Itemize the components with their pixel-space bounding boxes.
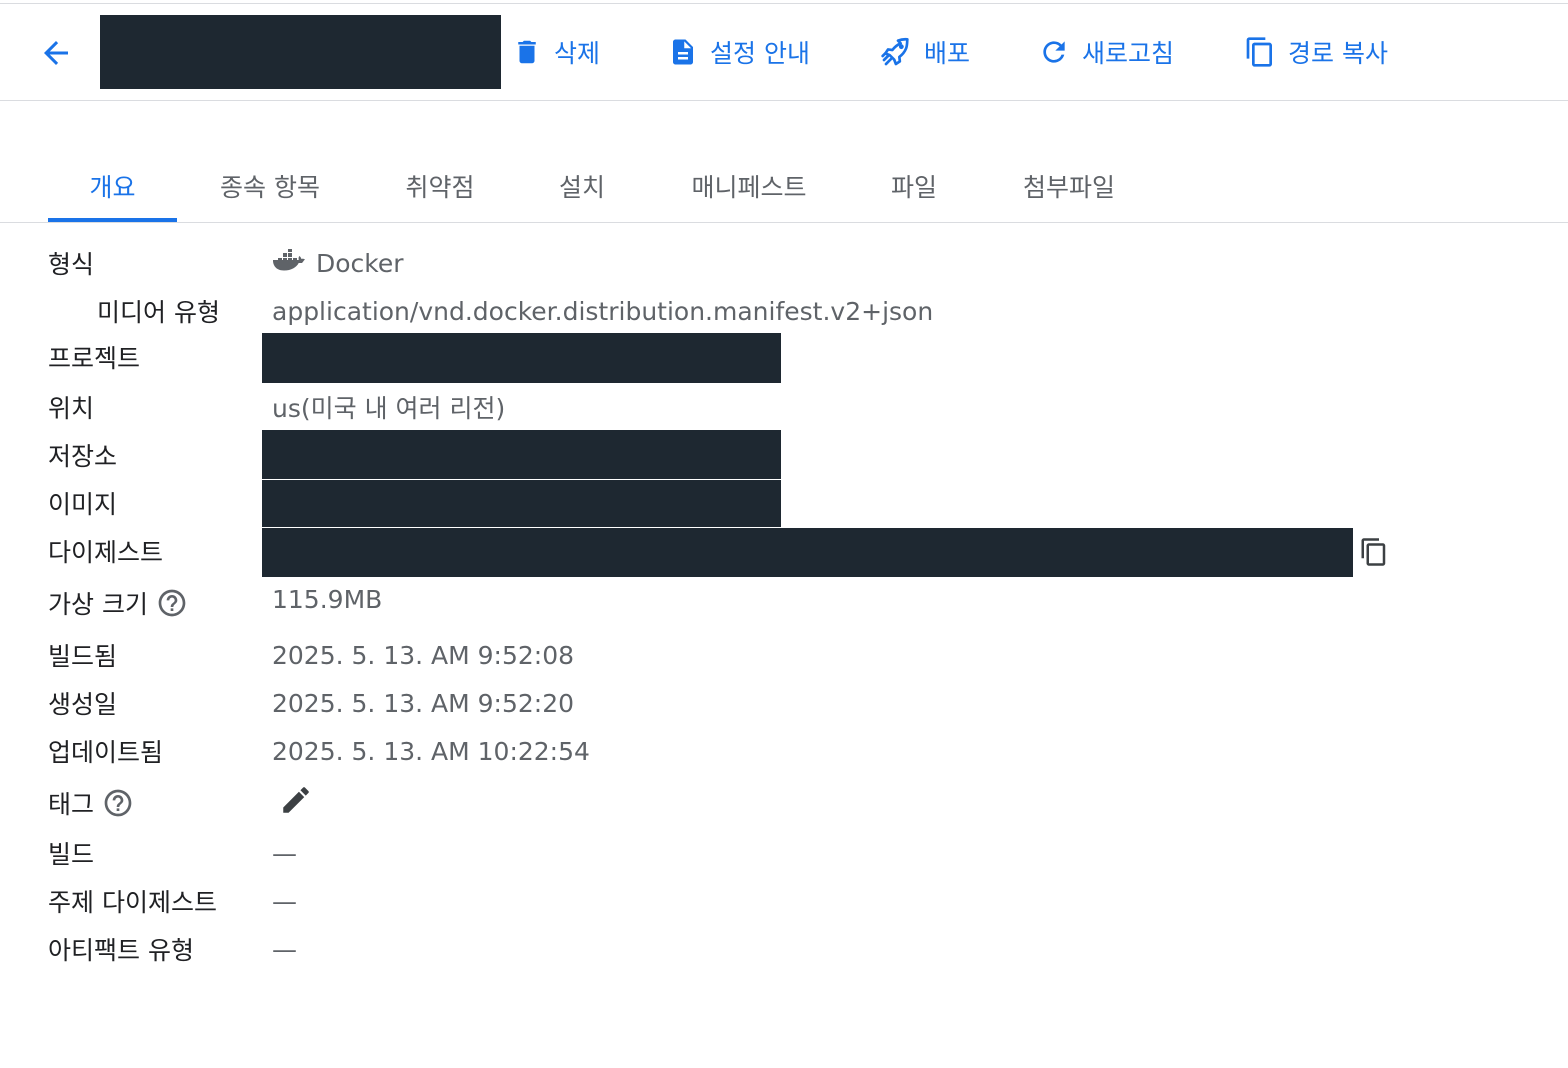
redacted-digest-value: [262, 528, 1353, 577]
format-label: 형식: [48, 250, 95, 279]
virtual-size-help-button[interactable]: [156, 587, 188, 619]
image-label: 이미지: [48, 490, 118, 519]
virtual-size-value: 115.9MB: [272, 584, 383, 614]
media-type-value: application/vnd.docker.distribution.mani…: [272, 296, 934, 326]
updated-label: 업데이트됨: [48, 738, 164, 767]
virtual-size-label: 가상 크기: [48, 590, 148, 619]
refresh-label: 새로고침: [1082, 39, 1175, 68]
toolbar: 삭제 설정 안내 배포 새로고침 경로 복사: [0, 4, 1568, 101]
pencil-icon: [283, 787, 309, 813]
tab-install[interactable]: 설치: [540, 148, 624, 220]
updated-value: 2025. 5. 13. AM 10:22:54: [272, 736, 590, 766]
copy-icon: [1246, 37, 1272, 67]
tags-row-label: 태그: [48, 782, 134, 824]
back-button[interactable]: [32, 32, 80, 74]
copy-digest-button[interactable]: [1356, 534, 1392, 570]
tab-files[interactable]: 파일: [872, 148, 956, 220]
format-value-text: Docker: [316, 248, 404, 278]
digest-label: 다이제스트: [48, 538, 164, 567]
build-label: 빌드: [48, 840, 95, 869]
tab-overview[interactable]: 개요: [48, 148, 177, 222]
copy-path-button[interactable]: 경로 복사: [1244, 32, 1388, 72]
project-label: 프로젝트: [48, 344, 141, 373]
redacted-image-value: [262, 480, 781, 527]
refresh-button[interactable]: 새로고침: [1038, 32, 1174, 72]
build-value: —: [272, 838, 297, 868]
arrow-left-icon: [44, 41, 68, 65]
help-circle-icon: [158, 589, 186, 617]
tags-help-button[interactable]: [102, 787, 134, 819]
delete-button[interactable]: 삭제: [512, 32, 600, 72]
format-value: Docker: [272, 244, 404, 282]
location-label: 위치: [48, 394, 95, 423]
deploy-label: 배포: [924, 39, 971, 68]
deploy-button[interactable]: 배포: [880, 32, 970, 72]
subject-digest-value: —: [272, 886, 297, 916]
tab-dependencies[interactable]: 종속 항목: [200, 148, 340, 220]
created-value: 2025. 5. 13. AM 9:52:20: [272, 688, 575, 718]
tab-vulnerabilities[interactable]: 취약점: [384, 148, 496, 220]
trash-icon: [518, 40, 536, 64]
tab-manifest[interactable]: 매니페스트: [670, 148, 828, 220]
redacted-project-value: [262, 333, 781, 383]
refresh-icon: [1043, 41, 1065, 63]
redacted-image-name: [100, 15, 501, 89]
setup-guide-label: 설정 안내: [710, 39, 810, 68]
built-value: 2025. 5. 13. AM 9:52:08: [272, 640, 575, 670]
built-label: 빌드됨: [48, 642, 118, 671]
virtual-size-row-label: 가상 크기: [48, 582, 188, 624]
repository-label: 저장소: [48, 442, 118, 471]
artifact-type-label: 아티팩트 유형: [48, 936, 194, 965]
tab-attachments[interactable]: 첨부파일: [1004, 148, 1134, 220]
setup-guide-button[interactable]: 설정 안내: [668, 32, 810, 72]
rocket-icon: [881, 37, 909, 66]
copy-icon: [1361, 538, 1386, 566]
tags-label: 태그: [48, 790, 95, 819]
media-type-label: 미디어 유형: [97, 298, 220, 327]
delete-label: 삭제: [554, 39, 601, 68]
tab-bar: 개요 종속 항목 취약점 설치 매니페스트 파일 첨부파일: [0, 148, 1568, 223]
subject-digest-label: 주제 다이제스트: [48, 888, 217, 917]
copy-path-label: 경로 복사: [1288, 39, 1388, 68]
help-circle-icon: [104, 789, 132, 817]
document-icon: [673, 39, 693, 65]
edit-tags-button[interactable]: [276, 780, 316, 820]
artifact-type-value: —: [272, 934, 297, 964]
created-label: 생성일: [48, 690, 118, 719]
location-value: us(미국 내 여러 리전): [272, 394, 506, 423]
redacted-repository-value: [262, 430, 781, 479]
docker-whale-icon: [272, 249, 305, 271]
